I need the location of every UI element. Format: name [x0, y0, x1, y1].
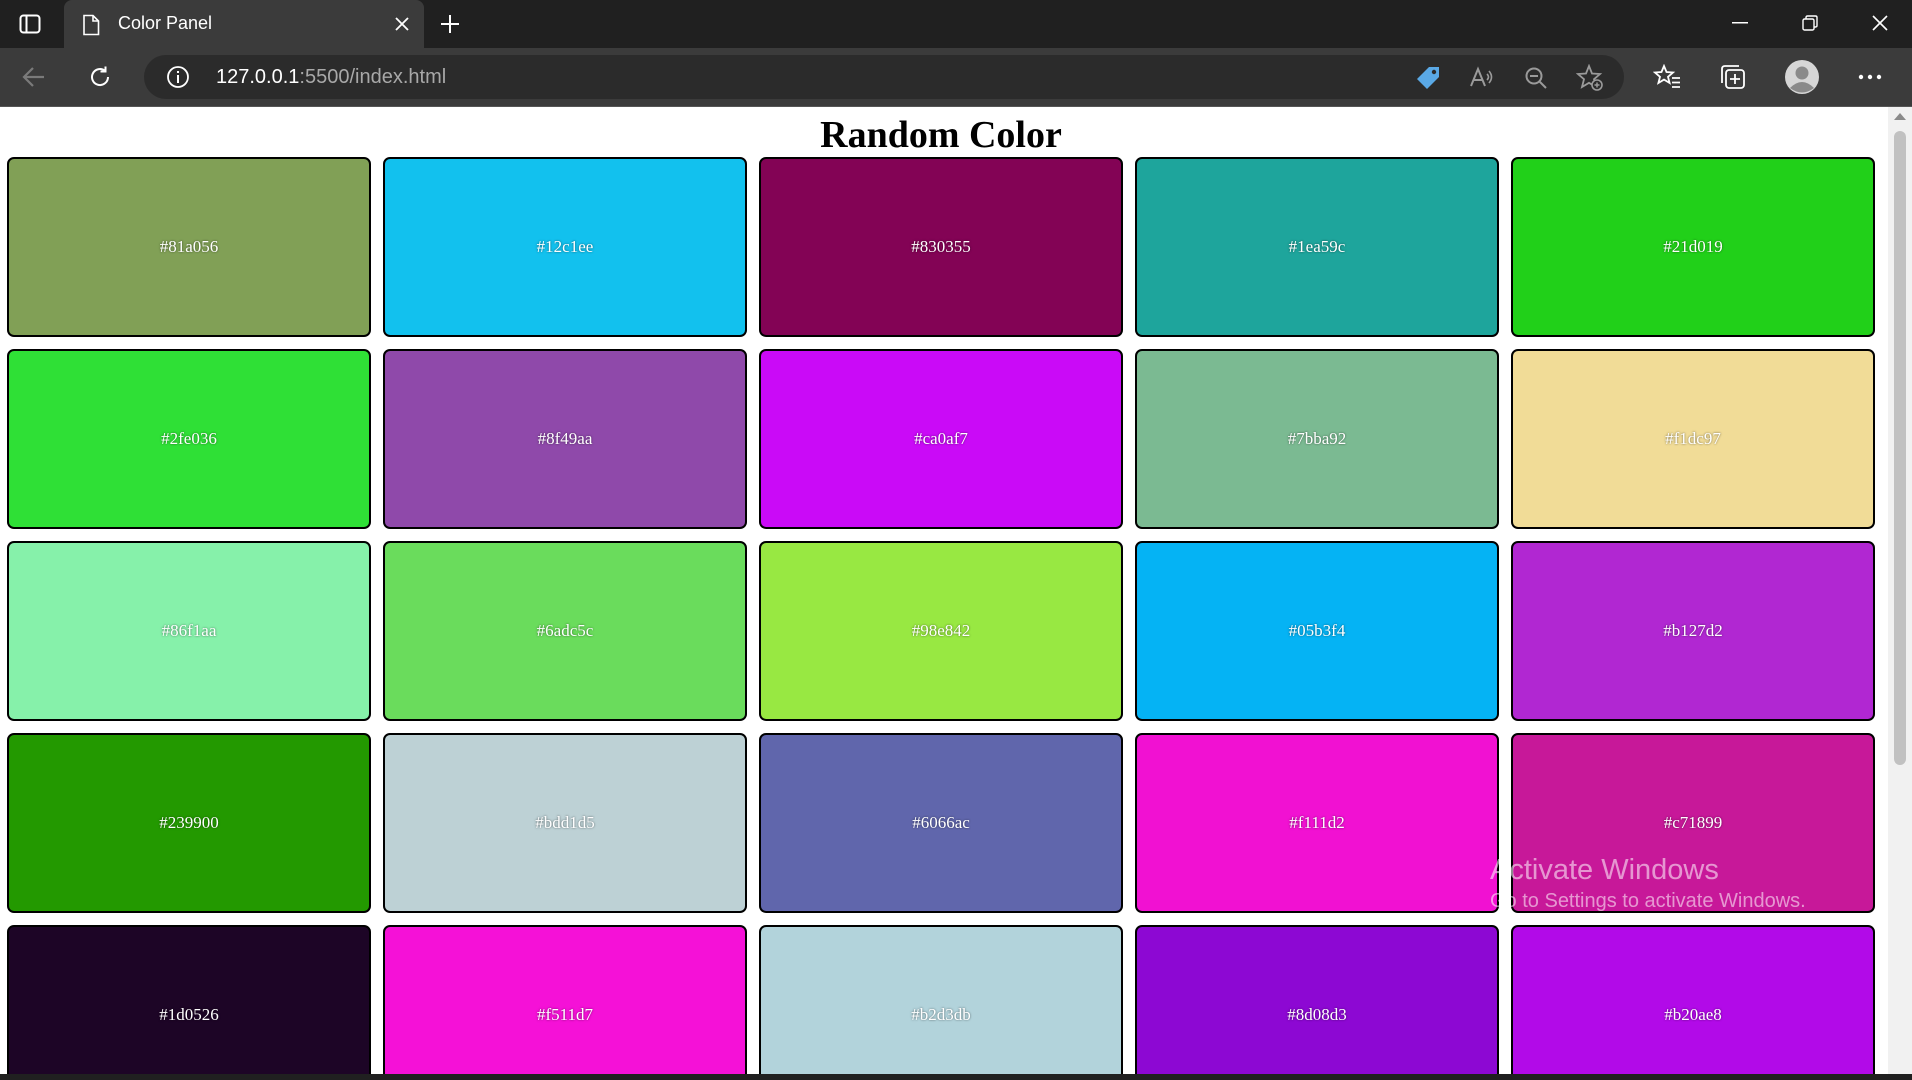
swatch-hex-label: #c71899 — [1663, 813, 1723, 832]
vertical-scrollbar[interactable] — [1888, 107, 1912, 1080]
new-tab-icon[interactable] — [432, 8, 468, 40]
close-window-icon[interactable] — [1845, 0, 1912, 46]
color-swatch[interactable]: #86f1aa — [7, 541, 371, 721]
address-bar[interactable]: 127.0.0.1:5500/index.html — [144, 55, 1624, 99]
color-swatch[interactable]: #7bba92 — [1135, 349, 1499, 529]
color-swatch[interactable]: #6adc5c — [383, 541, 747, 721]
tab-actions-icon[interactable] — [10, 8, 50, 40]
swatch-hex-label: #1d0526 — [159, 1005, 219, 1024]
color-swatch[interactable]: #81a056 — [7, 157, 371, 337]
page-icon — [82, 14, 100, 41]
color-swatch[interactable]: #239900 — [7, 733, 371, 913]
window-bottom-edge — [0, 1074, 1912, 1080]
page-viewport: Random Color #81a056 #12c1ee #830355 #1e… — [0, 107, 1912, 1080]
swatch-hex-label: #ca0af7 — [914, 429, 968, 448]
color-swatch[interactable]: #6066ac — [759, 733, 1123, 913]
url-path: :5500/index.html — [299, 66, 447, 88]
profile-avatar-icon[interactable] — [1782, 59, 1822, 95]
color-swatch[interactable]: #ca0af7 — [759, 349, 1123, 529]
tab-strip: Color Panel — [0, 0, 1912, 48]
swatch-hex-label: #f511d7 — [536, 1005, 594, 1024]
swatch-hex-label: #12c1ee — [536, 237, 594, 256]
restore-icon[interactable] — [1775, 0, 1845, 46]
add-favorite-icon[interactable] — [1576, 64, 1604, 92]
swatch-hex-label: #f1dc97 — [1665, 429, 1721, 448]
swatch-hex-label: #b127d2 — [1663, 621, 1723, 640]
swatch-grid: #81a056 #12c1ee #830355 #1ea59c #21d019 … — [7, 157, 1876, 1080]
color-swatch[interactable]: #bdd1d5 — [383, 733, 747, 913]
color-swatch[interactable]: #b20ae8 — [1511, 925, 1875, 1080]
color-swatch[interactable]: #f511d7 — [383, 925, 747, 1080]
color-swatch[interactable]: #8d08d3 — [1135, 925, 1499, 1080]
site-info-icon[interactable] — [166, 65, 190, 89]
zoom-out-icon[interactable] — [1522, 64, 1550, 92]
swatch-hex-label: #6adc5c — [536, 621, 594, 640]
minimize-icon[interactable] — [1705, 0, 1775, 46]
swatch-hex-label: #b2d3db — [911, 1005, 971, 1024]
color-swatch[interactable]: #98e842 — [759, 541, 1123, 721]
color-swatch[interactable]: #21d019 — [1511, 157, 1875, 337]
page-heading: Random Color — [820, 114, 1062, 156]
swatch-hex-label: #8d08d3 — [1287, 1005, 1347, 1024]
more-options-icon[interactable] — [1850, 59, 1890, 95]
browser-window: Color Panel 127.0.0.1:5500/index.html Ra… — [0, 0, 1912, 1080]
swatch-hex-label: #830355 — [911, 237, 971, 256]
url-text[interactable]: 127.0.0.1:5500/index.html — [216, 66, 446, 89]
color-swatch[interactable]: #05b3f4 — [1135, 541, 1499, 721]
color-swatch[interactable]: #b127d2 — [1511, 541, 1875, 721]
refresh-icon[interactable] — [80, 59, 120, 95]
color-swatch[interactable]: #12c1ee — [383, 157, 747, 337]
favorites-icon[interactable] — [1647, 59, 1687, 95]
swatch-hex-label: #6066ac — [912, 813, 970, 832]
swatch-hex-label: #05b3f4 — [1288, 621, 1346, 640]
scrollbar-thumb[interactable] — [1894, 131, 1906, 765]
color-swatch[interactable]: #c71899 — [1511, 733, 1875, 913]
swatch-hex-label: #239900 — [159, 813, 219, 832]
shopping-tag-icon[interactable] — [1414, 64, 1442, 92]
color-swatch[interactable]: #f1dc97 — [1511, 349, 1875, 529]
color-swatch[interactable]: #8f49aa — [383, 349, 747, 529]
tab-title: Color Panel — [118, 13, 213, 33]
color-swatch[interactable]: #2fe036 — [7, 349, 371, 529]
swatch-hex-label: #8f49aa — [537, 429, 593, 448]
color-swatch[interactable]: #1d0526 — [7, 925, 371, 1080]
color-swatch[interactable]: #b2d3db — [759, 925, 1123, 1080]
read-aloud-icon[interactable] — [1468, 64, 1496, 92]
color-swatch[interactable]: #830355 — [759, 157, 1123, 337]
swatch-hex-label: #f111d2 — [1289, 813, 1345, 832]
swatch-hex-label: #b20ae8 — [1664, 1005, 1722, 1024]
close-tab-icon[interactable] — [388, 10, 416, 38]
swatch-hex-label: #bdd1d5 — [535, 813, 595, 832]
back-icon[interactable] — [14, 59, 54, 95]
swatch-hex-label: #21d019 — [1663, 237, 1723, 256]
swatch-hex-label: #86f1aa — [161, 621, 217, 640]
swatch-hex-label: #1ea59c — [1288, 237, 1346, 256]
swatch-hex-label: #98e842 — [911, 621, 971, 640]
swatch-hex-label: #81a056 — [159, 237, 219, 256]
url-host: 127.0.0.1 — [216, 66, 300, 88]
active-tab[interactable]: Color Panel — [64, 0, 424, 48]
scroll-up-icon[interactable] — [1894, 113, 1906, 120]
browser-toolbar: 127.0.0.1:5500/index.html — [0, 48, 1912, 107]
color-swatch[interactable]: #1ea59c — [1135, 157, 1499, 337]
collections-icon[interactable] — [1713, 59, 1753, 95]
swatch-hex-label: #7bba92 — [1287, 429, 1347, 448]
swatch-hex-label: #2fe036 — [161, 429, 217, 448]
color-swatch[interactable]: #f111d2 — [1135, 733, 1499, 913]
